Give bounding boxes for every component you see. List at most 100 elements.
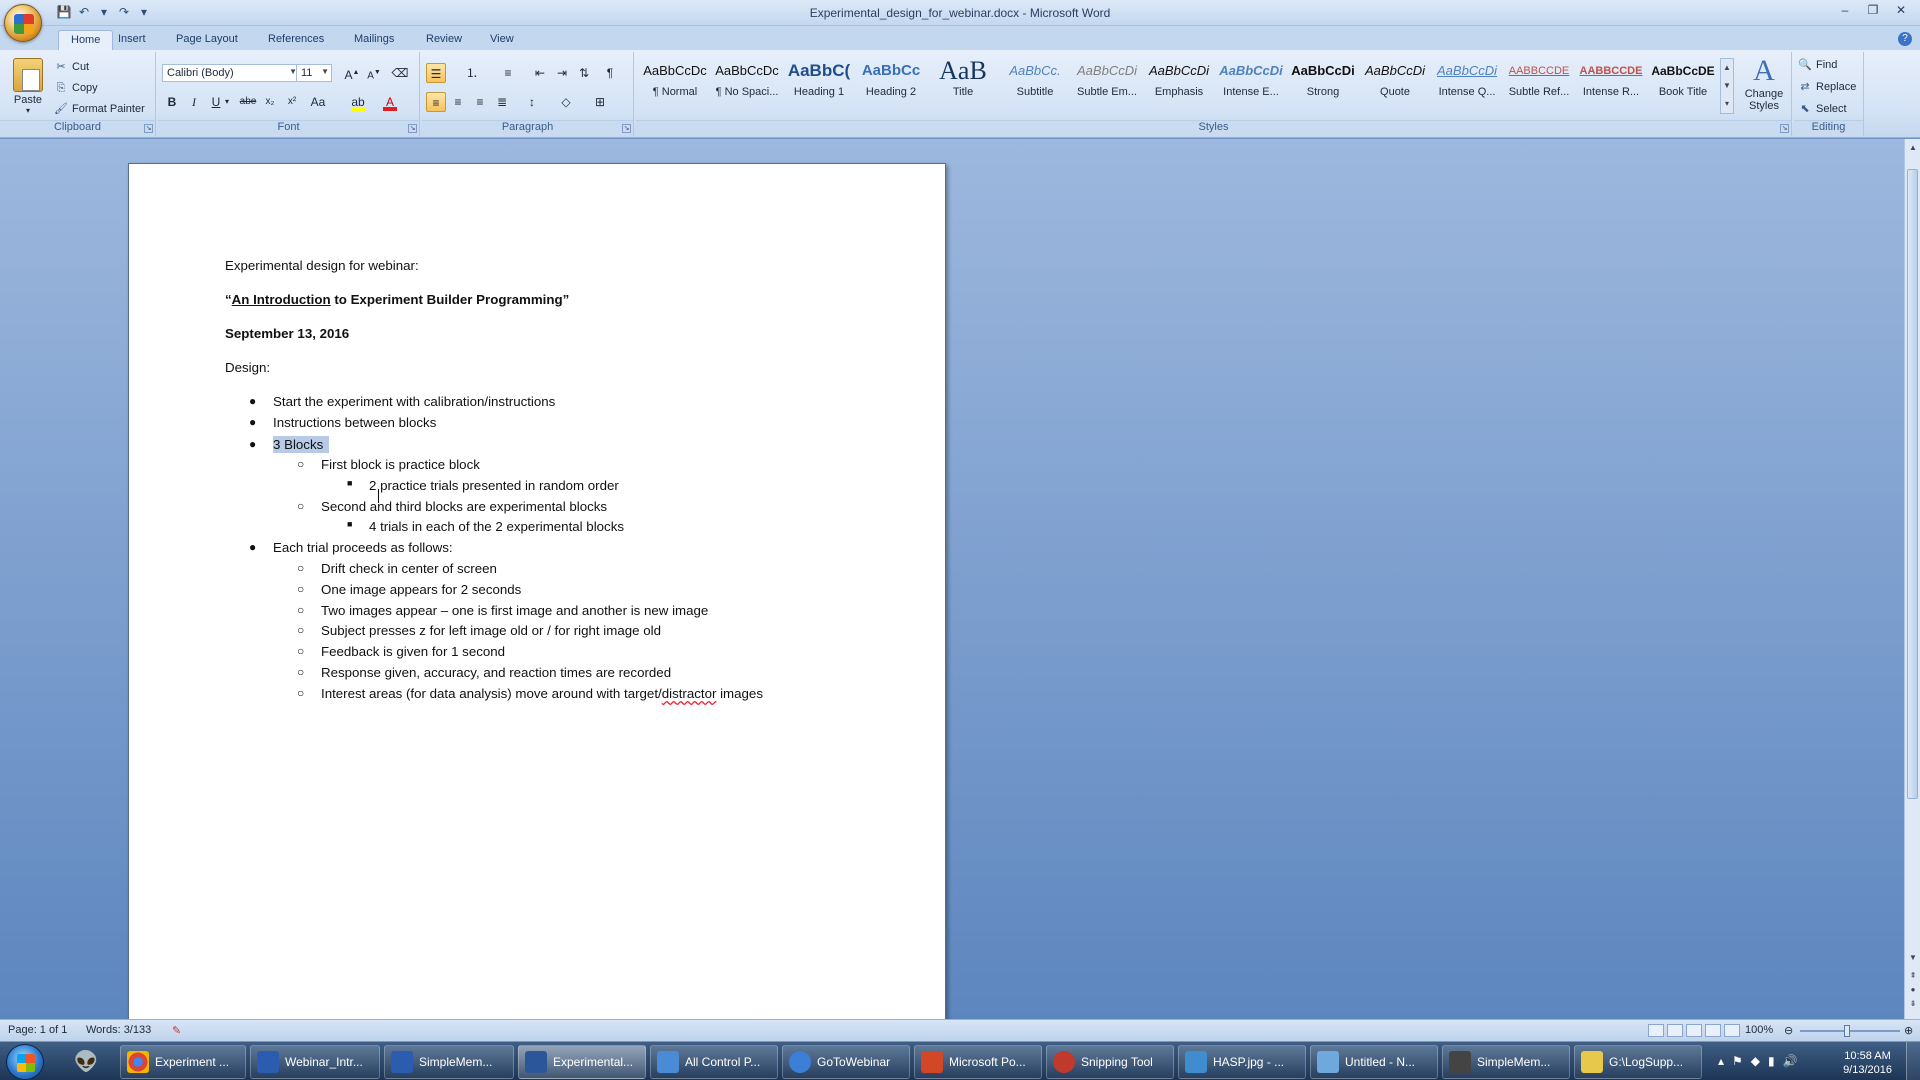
show-formatting-marks-button[interactable]: ¶ — [600, 63, 620, 83]
style-intense-quote[interactable]: AaBbCcDi Intense Q... — [1432, 56, 1502, 114]
shading-button[interactable]: ◇ — [556, 92, 576, 112]
vertical-scrollbar[interactable]: ▲ ▼ ⇞ ● ⇟ — [1904, 139, 1920, 1019]
browse-object-icon[interactable]: ● — [1907, 985, 1919, 997]
clipboard-launcher-icon[interactable]: ↘ — [144, 124, 153, 133]
styles-launcher-icon[interactable]: ↘ — [1780, 124, 1789, 133]
bullets-button[interactable]: ☰ — [426, 63, 446, 83]
doc-heading-line[interactable]: Experimental design for webinar: — [225, 258, 419, 273]
zoom-slider-knob[interactable] — [1844, 1025, 1850, 1037]
superscript-button[interactable]: x² — [282, 92, 302, 112]
tab-references[interactable]: References — [256, 30, 336, 50]
clear-formatting-icon[interactable]: ⌫ — [390, 63, 410, 83]
page-count[interactable]: Page: 1 of 1 — [8, 1024, 67, 1036]
outline-icon[interactable] — [1705, 1024, 1721, 1037]
zoom-slider[interactable] — [1800, 1025, 1900, 1037]
strikethrough-button[interactable]: abe — [238, 92, 258, 112]
list-item-selected[interactable]: 3 Blocks — [273, 436, 330, 453]
draft-icon[interactable] — [1724, 1024, 1740, 1037]
scrollbar-thumb[interactable] — [1907, 169, 1918, 799]
tab-mailings[interactable]: Mailings — [342, 30, 406, 50]
word-count[interactable]: Words: 3/133 — [86, 1024, 151, 1036]
list-item[interactable]: Interest areas (for data analysis) move … — [321, 686, 763, 701]
office-button[interactable] — [4, 4, 42, 42]
web-layout-icon[interactable] — [1686, 1024, 1702, 1037]
style-emphasis[interactable]: AaBbCcDi Emphasis — [1144, 56, 1214, 114]
list-item[interactable]: Subject presses z for left image old or … — [321, 623, 661, 638]
italic-button[interactable]: I — [184, 92, 204, 112]
decrease-indent-button[interactable]: ⇤ — [530, 63, 550, 83]
list-item[interactable]: One image appears for 2 seconds — [321, 582, 521, 597]
font-color-icon[interactable]: A — [380, 92, 400, 112]
change-styles-button[interactable]: A Change Styles — [1740, 54, 1788, 120]
taskbar-item-active[interactable]: Experimental... — [518, 1045, 646, 1079]
taskbar-item[interactable]: All Control P... — [650, 1045, 778, 1079]
taskbar-item[interactable]: GoToWebinar — [782, 1045, 910, 1079]
align-left-button[interactable]: ≡ — [426, 92, 446, 112]
doc-date[interactable]: September 13, 2016 — [225, 326, 349, 341]
styles-gallery-scroll[interactable]: ▲ ▼ ▾ — [1720, 58, 1734, 114]
taskbar-item[interactable]: Snipping Tool — [1046, 1045, 1174, 1079]
minimize-button[interactable]: – — [1832, 2, 1858, 20]
taskbar-item[interactable]: HASP.jpg - ... — [1178, 1045, 1306, 1079]
taskbar-item[interactable]: Microsoft Po... — [914, 1045, 1042, 1079]
close-button[interactable]: ✕ — [1888, 2, 1914, 20]
cut-button[interactable]: ✂ Cut — [54, 58, 89, 76]
list-item[interactable]: 2 practice trials presented in random or… — [369, 478, 619, 493]
tab-page-layout[interactable]: Page Layout — [164, 30, 250, 50]
paragraph-launcher-icon[interactable]: ↘ — [622, 124, 631, 133]
change-case-button[interactable]: Aa — [308, 92, 328, 112]
style-subtitle[interactable]: AaBbCc. Subtitle — [1000, 56, 1070, 114]
document-page[interactable]: Experimental design for webinar: “An Int… — [128, 163, 946, 1033]
tab-view[interactable]: View — [478, 30, 526, 50]
tab-insert[interactable]: Insert — [106, 30, 158, 50]
scroll-down-icon[interactable]: ▼ — [1907, 953, 1919, 965]
borders-button[interactable]: ⊞ — [590, 92, 610, 112]
select-button[interactable]: ⬉ Select — [1798, 100, 1846, 118]
style-heading-1[interactable]: AaBbC(Heading 1 — [784, 56, 854, 114]
find-button[interactable]: 🔍 Find — [1798, 56, 1837, 74]
zoom-in-icon[interactable]: ⊕ — [1904, 1024, 1913, 1037]
misspelled-word[interactable]: distractor — [662, 686, 717, 701]
drive-icon[interactable]: ◆ — [1751, 1054, 1760, 1068]
show-desktop-button[interactable] — [1906, 1042, 1920, 1080]
sort-button[interactable]: ⇅ — [574, 63, 594, 83]
font-launcher-icon[interactable]: ↘ — [408, 124, 417, 133]
taskbar-item[interactable]: Webinar_Intr... — [250, 1045, 380, 1079]
taskbar-item[interactable]: Untitled - N... — [1310, 1045, 1438, 1079]
clock[interactable]: 10:58 AM 9/13/2016 — [1843, 1049, 1892, 1077]
list-item[interactable]: Instructions between blocks — [273, 415, 436, 430]
tab-review[interactable]: Review — [414, 30, 474, 50]
restore-button[interactable]: ❐ — [1860, 2, 1886, 20]
list-item[interactable]: Start the experiment with calibration/in… — [273, 394, 555, 409]
list-item[interactable]: Feedback is given for 1 second — [321, 644, 505, 659]
bold-button[interactable]: B — [162, 92, 182, 112]
zoom-level[interactable]: 100% — [1745, 1024, 1773, 1036]
style-book-title[interactable]: AaBbCcDE Book Title — [1648, 56, 1718, 114]
list-item[interactable]: Each trial proceeds as follows: — [273, 540, 453, 555]
grow-font-icon[interactable]: A▲ — [342, 63, 362, 83]
subscript-button[interactable]: x₂ — [260, 92, 280, 112]
volume-icon[interactable]: 🔊 — [1783, 1054, 1798, 1068]
multilevel-list-button[interactable]: ≡ — [498, 63, 518, 83]
font-name-combo[interactable]: Calibri (Body) ▼ — [162, 64, 300, 82]
align-center-button[interactable]: ≡ — [448, 92, 468, 112]
list-item[interactable]: 4 trials in each of the 2 experimental b… — [369, 519, 624, 534]
taskbar-item[interactable]: SimpleMem... — [1442, 1045, 1570, 1079]
style-intense-reference[interactable]: AABBCCDE Intense R... — [1576, 56, 1646, 114]
taskbar-item[interactable]: Experiment ... — [120, 1045, 246, 1079]
list-item[interactable]: Second and third blocks are experimental… — [321, 499, 607, 514]
list-item[interactable]: First block is practice block — [321, 457, 480, 472]
help-icon[interactable]: ? — [1898, 32, 1912, 46]
show-hidden-icons-icon[interactable]: ▴ — [1718, 1054, 1724, 1068]
replace-button[interactable]: ⇄ Replace — [1798, 78, 1856, 96]
style-subtle-emphasis[interactable]: AaBbCcDi Subtle Em... — [1072, 56, 1142, 114]
network-icon[interactable]: ▮ — [1768, 1054, 1775, 1068]
line-spacing-button[interactable]: ↕ — [522, 92, 542, 112]
increase-indent-button[interactable]: ⇥ — [552, 63, 572, 83]
style-intense-emphasis[interactable]: AaBbCcDi Intense E... — [1216, 56, 1286, 114]
zoom-out-icon[interactable]: ⊖ — [1784, 1024, 1793, 1037]
start-button[interactable] — [6, 1044, 44, 1080]
proofing-icon[interactable]: ✎ — [172, 1024, 181, 1037]
style-strong[interactable]: AaBbCcDi Strong — [1288, 56, 1358, 114]
list-item[interactable]: Drift check in center of screen — [321, 561, 497, 576]
